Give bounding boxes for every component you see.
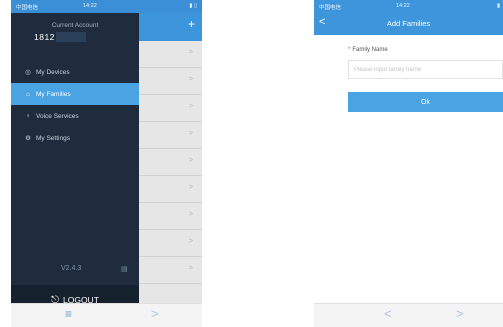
status-time: 14:22 [83,3,97,9]
app-version: V2.4.3 [61,265,82,272]
side-drawer: Current Account 1812 ◎ My Devices ⌂ My F… [11,13,139,315]
list-item[interactable]: > [139,41,202,68]
nav-bar: < Add Families [314,13,503,35]
ok-button[interactable]: Ok [348,92,503,112]
carrier-label: 中国电信 [16,5,39,11]
status-time: 14:22 [396,3,410,9]
battery-icon: ▮ ▯ [189,3,197,9]
list-item[interactable]: > [139,176,202,203]
microphone-icon: ♀ [25,112,31,120]
family-name-label-text: Family Name [352,47,388,53]
carrier-label: 中国电信 [319,5,342,11]
drawer-menu: ◎ My Devices ⌂ My Families ♀ Voice Servi… [11,61,139,149]
list-item[interactable]: > [139,149,202,176]
browser-bottom-bar: < > [314,303,503,327]
chevron-right-icon: > [188,130,193,137]
right-phone-screen: 中国电信 14:22 ▮ < Add Families * Family Name… [314,0,503,327]
menu-item-my-settings[interactable]: ⚙ My Settings [11,127,139,149]
forward-icon[interactable]: > [456,306,464,321]
required-mark: * [348,47,351,53]
menu-item-label: My Settings [36,134,70,142]
chevron-right-icon: > [188,157,193,164]
qr-code-icon[interactable]: ▤ [121,265,128,273]
menu-item-label: My Families [36,90,71,98]
menu-item-voice-services[interactable]: ♀ Voice Services [11,105,139,127]
list-item[interactable]: > [139,95,202,122]
menu-item-my-devices[interactable]: ◎ My Devices [11,61,139,83]
page-title: Add Families [386,19,431,28]
chevron-right-icon: > [188,265,193,272]
list-item[interactable]: > [139,203,202,230]
left-phone-screen: 中国电信 14:22 ▮ ▯ + > > > > > > > > > Curre… [11,0,202,327]
underlay-header: + [139,13,202,41]
list-item[interactable]: > [139,230,202,257]
add-icon[interactable]: + [188,17,195,31]
chevron-right-icon: > [188,184,193,191]
menu-icon[interactable]: ≡ [65,307,72,321]
family-name-input[interactable] [348,60,503,79]
browser-bottom-bar: ≡ > [11,303,202,327]
list-item[interactable]: > [139,257,202,284]
home-icon: ⌂ [26,90,30,98]
forward-icon[interactable]: > [151,306,159,321]
chevron-right-icon: > [188,238,193,245]
status-bar: 中国电信 14:22 ▮ [314,0,503,13]
status-bar: 中国电信 14:22 ▮ ▯ [11,0,202,13]
list-item[interactable]: > [139,68,202,95]
family-name-label: * Family Name [348,47,388,53]
gear-icon: ⚙ [25,135,31,142]
chevron-right-icon: > [188,103,193,110]
account-id-redaction [56,32,86,42]
menu-item-label: My Devices [36,68,70,76]
circle-icon: ◎ [25,69,31,76]
chevron-right-icon: > [188,49,193,56]
chevron-right-icon: > [188,76,193,83]
account-id: 1812 [34,32,55,42]
account-label: Current Account [51,22,99,29]
menu-item-my-families[interactable]: ⌂ My Families [11,83,139,105]
chevron-right-icon: > [188,211,193,218]
back-icon[interactable]: < [384,306,392,321]
menu-item-label: Voice Services [36,112,79,120]
battery-icon: ▮ [496,3,500,9]
underlay-list: > > > > > > > > > [139,41,202,303]
list-item[interactable]: > [139,122,202,149]
